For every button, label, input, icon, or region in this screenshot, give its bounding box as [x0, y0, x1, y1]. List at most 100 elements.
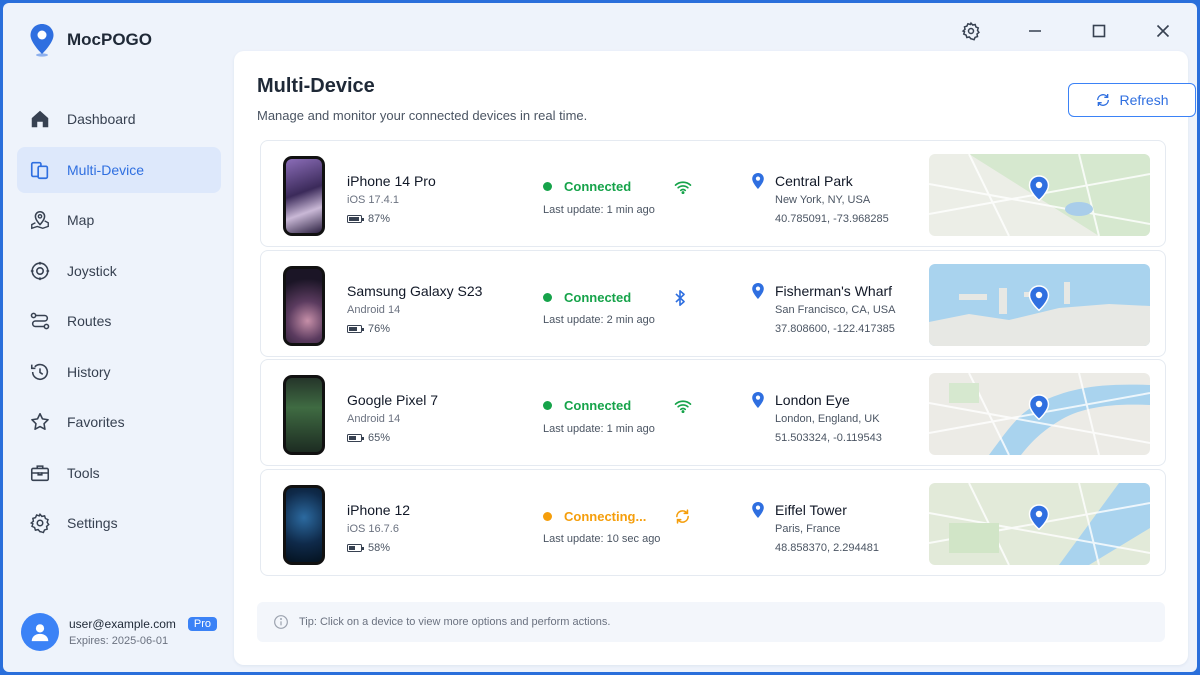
battery-percent: 76%	[368, 322, 391, 335]
minimize-button[interactable]	[1015, 17, 1055, 45]
sidebar-item-dashboard[interactable]: Dashboard	[17, 96, 221, 142]
status-dot	[543, 401, 552, 411]
sidebar-item-label: Favorites	[67, 414, 125, 430]
device-os: Android 14	[347, 413, 401, 426]
sidebar-item-history[interactable]: History	[17, 349, 221, 395]
sidebar-item-tools[interactable]: Tools	[17, 450, 221, 496]
sidebar-item-multi-device[interactable]: Multi-Device	[17, 146, 221, 193]
device-card[interactable]: iPhone 14 Pro iOS 17.4.1 87% Connected Last …	[260, 140, 1166, 247]
sidebar-item-label: Multi-Device	[67, 161, 145, 178]
device-name: Samsung Galaxy S23	[347, 282, 483, 299]
info-icon	[274, 615, 288, 629]
window-controls	[951, 17, 1183, 45]
close-icon	[1156, 24, 1170, 38]
last-update: Last update: 10 sec ago	[543, 533, 661, 546]
last-update: Last update: 2 min ago	[543, 313, 655, 326]
settings-gear-button[interactable]	[951, 17, 991, 45]
map-thumbnail[interactable]	[929, 263, 1150, 346]
map-thumbnail[interactable]	[929, 154, 1150, 236]
location-name: London Eye	[775, 392, 850, 409]
refresh-button[interactable]: Refresh	[1068, 83, 1196, 117]
battery-percent: 58%	[368, 542, 391, 555]
battery-icon	[347, 324, 364, 333]
subscription-expiry: Expires: 2025-06-01	[69, 635, 169, 647]
refresh-icon	[1097, 94, 1110, 106]
battery-icon	[347, 544, 364, 553]
wifi-icon	[674, 180, 692, 194]
battery-icon	[347, 434, 364, 443]
device-image	[283, 265, 325, 346]
page-title: Multi-Device	[257, 75, 375, 97]
location-pin-icon	[752, 392, 764, 409]
tip-text: Tip: Click on a device to view more opti…	[299, 616, 611, 628]
device-image	[283, 375, 325, 456]
sidebar-item-label: Routes	[67, 313, 112, 329]
battery-icon	[347, 215, 364, 223]
sidebar-item-favorites[interactable]: Favorites	[17, 399, 221, 445]
device-battery: 58%	[347, 542, 390, 554]
sidebar-item-label: Tools	[67, 464, 100, 481]
sidebar-item-label: Dashboard	[67, 111, 136, 127]
routes-icon	[30, 312, 50, 330]
maximize-button[interactable]	[1079, 17, 1119, 45]
device-battery: 87%	[347, 213, 390, 225]
location-pin-icon	[752, 282, 764, 299]
location-city: Paris, France	[775, 523, 841, 536]
location-city: London, England, UK	[775, 413, 880, 426]
sidebar-item-label: History	[67, 363, 111, 380]
close-button[interactable]	[1143, 17, 1183, 45]
device-os: iOS 17.4.1	[347, 194, 399, 206]
battery-percent: 65%	[368, 432, 391, 445]
star-icon	[31, 412, 49, 431]
map-thumbnail[interactable]	[929, 483, 1150, 566]
gear-icon	[29, 512, 50, 534]
battery-percent: 87%	[368, 213, 391, 225]
last-update: Last update: 1 min ago	[543, 204, 655, 216]
bluetooth-icon	[675, 289, 685, 306]
refresh-label: Refresh	[1119, 92, 1169, 108]
sidebar-item-routes[interactable]: Routes	[17, 298, 221, 344]
sidebar-item-label: Joystick	[67, 262, 117, 279]
sidebar-item-map[interactable]: Map	[17, 197, 221, 243]
sidebar-nav: Dashboard Multi-Device Map Joystick Routes Hi…	[17, 96, 221, 551]
joystick-icon	[30, 261, 50, 280]
device-image	[283, 156, 325, 236]
location-pin-icon	[752, 502, 764, 519]
user-email: user@example.com	[69, 617, 176, 631]
sidebar-item-joystick[interactable]: Joystick	[17, 248, 221, 294]
app-window: MocPOGO Dashboard Multi-Device Map Joystick…	[3, 3, 1197, 672]
user-icon	[31, 624, 49, 642]
status-text: Connected	[564, 290, 632, 306]
logo-pin-icon	[30, 24, 54, 57]
device-card[interactable]: Google Pixel 7 Android 14 65% Connected Last…	[260, 359, 1166, 467]
gear-icon	[961, 21, 980, 41]
page-subtitle: Manage and monitor your connected device…	[257, 108, 588, 123]
location-city: New York, NY, USA	[775, 194, 871, 206]
location-name: Central Park	[775, 173, 853, 189]
sidebar-item-label: Map	[67, 212, 95, 228]
device-card[interactable]: iPhone 12 iOS 16.7.6 58% Connecting... Last …	[260, 469, 1166, 577]
connection-status: Connected	[543, 179, 692, 194]
home-icon	[31, 110, 49, 128]
status-text: Connected	[564, 398, 632, 414]
map-thumbnail[interactable]	[929, 373, 1150, 456]
status-dot	[543, 182, 552, 191]
location-coordinates: 40.785091, -73.968285	[775, 213, 889, 225]
connection-status: Connected	[543, 398, 692, 413]
status-dot	[543, 512, 552, 522]
brand: MocPOGO	[29, 23, 152, 57]
sidebar-item-label: Settings	[67, 515, 118, 531]
status-text: Connecting...	[564, 509, 647, 525]
user-account[interactable]: user@example.com Pro Expires: 2025-06-01	[21, 613, 218, 651]
minimize-icon	[1029, 30, 1041, 32]
sync-icon	[676, 509, 689, 524]
location-name: Fisherman's Wharf	[775, 282, 893, 299]
device-card[interactable]: Samsung Galaxy S23 Android 14 76% Connected…	[260, 249, 1166, 357]
main-panel: Multi-Device Manage and monitor your con…	[234, 51, 1196, 665]
location-coordinates: 51.503324, -0.119543	[775, 432, 882, 445]
status-text: Connected	[564, 179, 632, 194]
multi-device-icon	[30, 161, 49, 179]
sidebar-item-settings[interactable]: Settings	[17, 500, 221, 546]
device-name: iPhone 12	[347, 502, 411, 519]
toolbox-icon	[30, 464, 50, 481]
